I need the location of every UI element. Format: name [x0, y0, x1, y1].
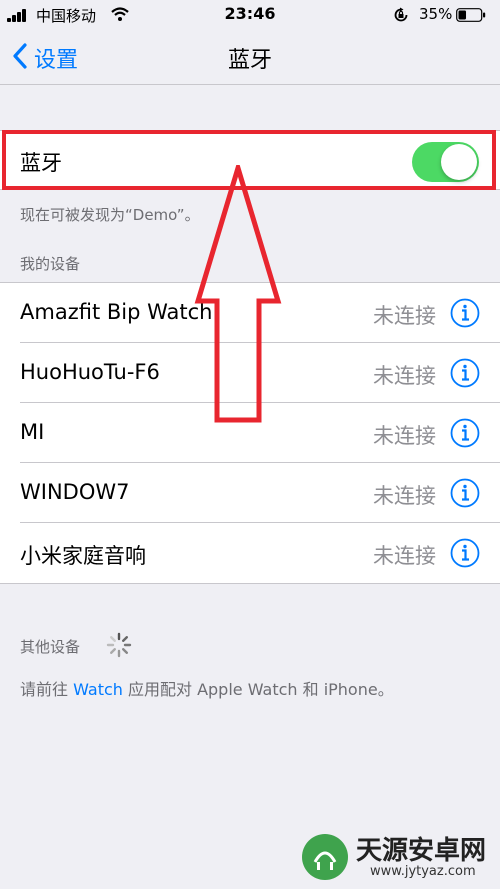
discoverable-text: 现在可被发现为“Demo”。: [20, 206, 200, 224]
loading-spinner-icon: [106, 632, 132, 658]
device-row[interactable]: WINDOW7 未连接: [0, 463, 500, 523]
watermark-logo-icon: [302, 834, 348, 880]
device-row[interactable]: Amazfit Bip Watch 未连接: [0, 283, 500, 343]
footer-prefix: 请前往: [20, 680, 74, 699]
my-devices-header: 我的设备: [20, 255, 81, 273]
device-name: HuoHuoTu-F6: [20, 360, 160, 384]
device-row[interactable]: MI 未连接: [0, 403, 500, 463]
other-devices-header: 其他设备: [20, 638, 81, 656]
watch-pairing-footer: 请前往 Watch 应用配对 Apple Watch 和 iPhone。: [20, 676, 394, 700]
device-status: 未连接: [373, 424, 436, 448]
toggle-knob: [441, 144, 477, 180]
info-icon[interactable]: [450, 298, 480, 328]
device-name: 小米家庭音响: [20, 544, 146, 568]
status-bar: 中国移动 23:46 35%: [0, 0, 500, 30]
device-name: Amazfit Bip Watch: [20, 300, 213, 324]
info-icon[interactable]: [450, 538, 480, 568]
watermark-url: www.jytyaz.com: [370, 864, 476, 879]
device-name: MI: [20, 420, 45, 444]
my-devices-list: Amazfit Bip Watch 未连接 HuoHuoTu-F6 未连接 MI…: [0, 282, 500, 584]
footer-suffix: 应用配对 Apple Watch 和 iPhone。: [122, 680, 394, 699]
bluetooth-row: 蓝牙: [0, 130, 500, 190]
info-icon[interactable]: [450, 418, 480, 448]
watermark-title: 天源安卓网: [356, 836, 487, 866]
battery-icon: [456, 8, 486, 22]
device-status: 未连接: [373, 544, 436, 568]
info-icon[interactable]: [450, 358, 480, 388]
navigation-bar: 设置 蓝牙: [0, 30, 500, 85]
watch-app-link[interactable]: Watch: [73, 680, 123, 699]
bluetooth-label: 蓝牙: [20, 151, 62, 175]
device-status: 未连接: [373, 484, 436, 508]
battery-percent: 35%: [419, 5, 453, 23]
device-name: WINDOW7: [20, 480, 130, 504]
info-icon[interactable]: [450, 478, 480, 508]
device-row[interactable]: HuoHuoTu-F6 未连接: [0, 343, 500, 403]
bluetooth-toggle[interactable]: [412, 142, 479, 182]
orientation-lock-icon: [394, 7, 408, 22]
device-row[interactable]: 小米家庭音响 未连接: [0, 523, 500, 583]
page-title: 蓝牙: [227, 48, 272, 73]
device-status: 未连接: [373, 364, 436, 388]
device-status: 未连接: [373, 304, 436, 328]
site-watermark: 天源安卓网 www.jytyaz.com: [300, 830, 495, 885]
